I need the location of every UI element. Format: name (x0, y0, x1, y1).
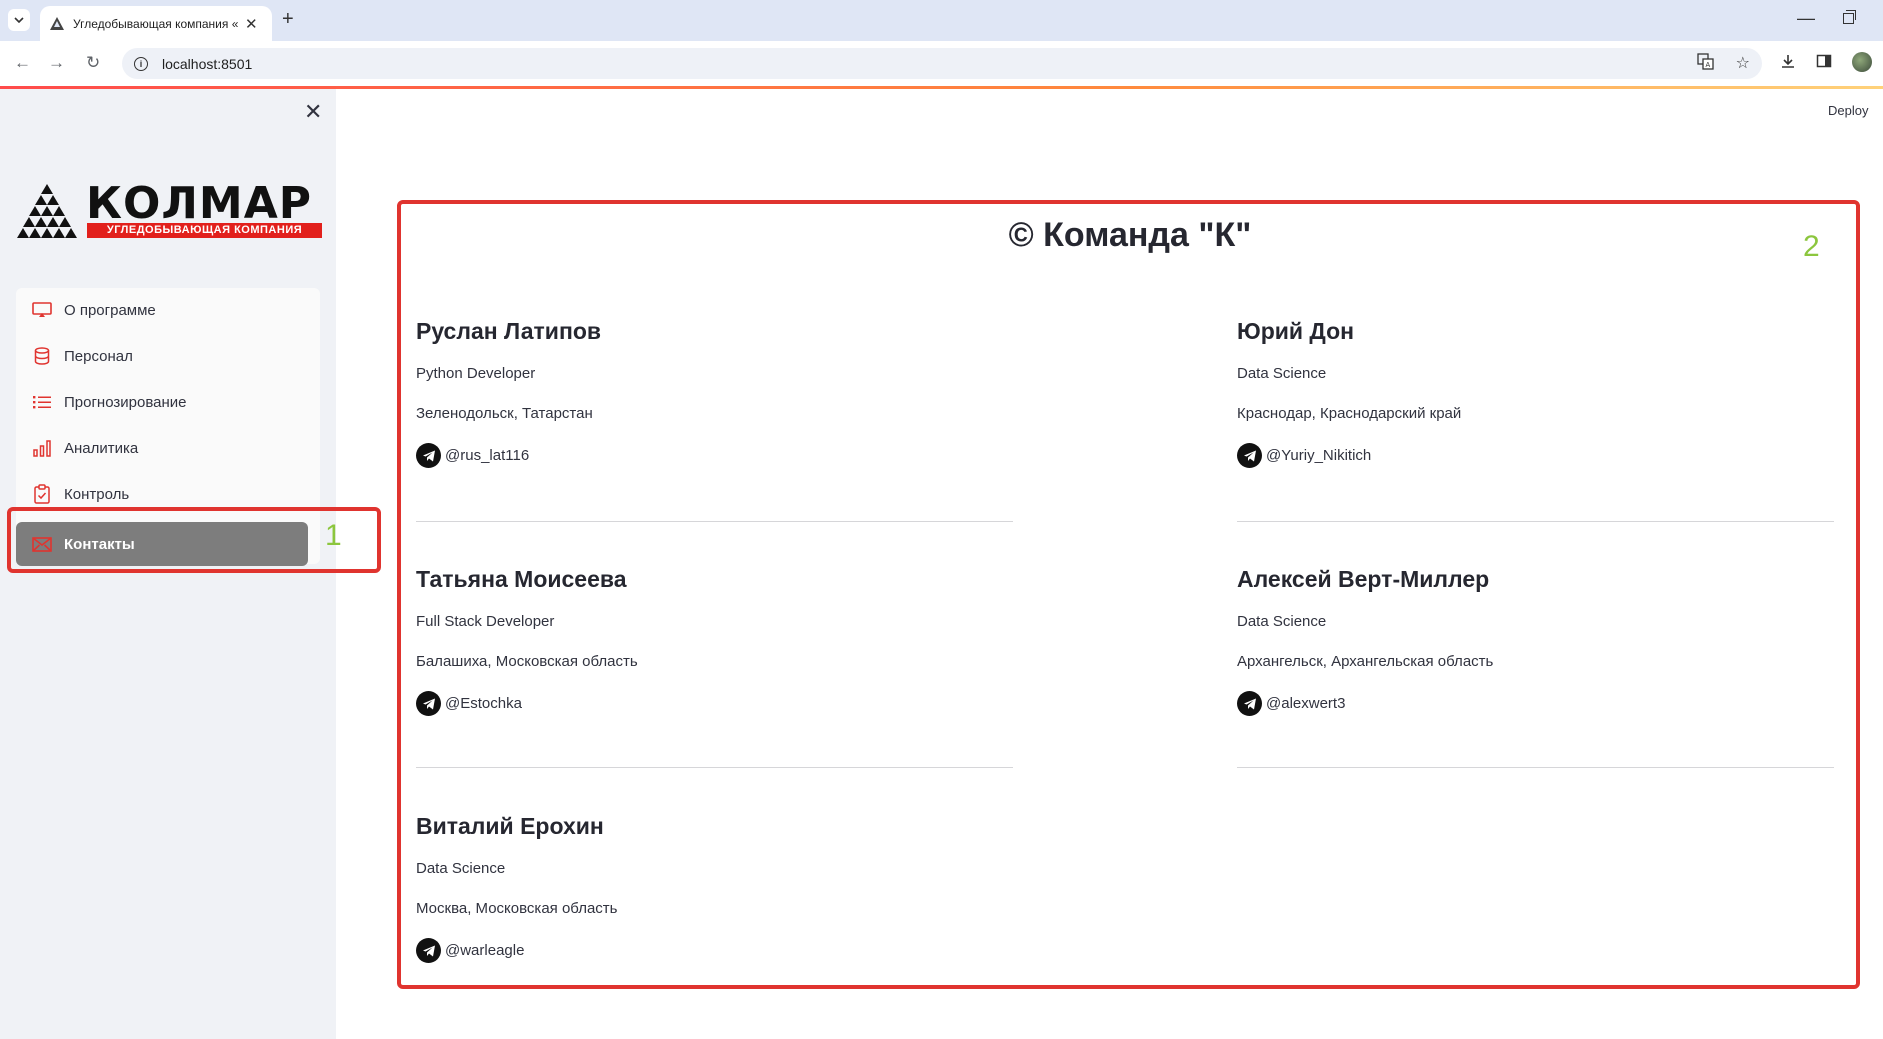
menu-item-label: Персонал (64, 347, 133, 365)
menu-item-label: Прогнозирование (64, 393, 187, 411)
divider (416, 521, 1013, 522)
telegram-handle[interactable]: @rus_lat116 (445, 447, 529, 464)
page-title: © Команда "К" (1008, 216, 1252, 254)
telegram-icon (1237, 443, 1262, 468)
contact-card: Татьяна Моисеева Full Stack Developer Ба… (416, 566, 1016, 716)
bar-chart-icon (32, 438, 52, 458)
contact-card: Алексей Верт-Миллер Data Science Арханге… (1237, 566, 1837, 716)
list-icon (32, 392, 52, 412)
contact-role: Python Developer (416, 365, 536, 382)
reload-icon[interactable]: ↻ (86, 53, 100, 73)
address-bar[interactable]: i localhost:8501 A ☆ (122, 48, 1762, 79)
side-panel-icon[interactable] (1816, 53, 1832, 74)
contact-city: Москва, Московская область (416, 900, 618, 917)
new-tab-icon[interactable]: + (282, 8, 294, 31)
contact-name: Юрий Дон (1237, 318, 1355, 344)
telegram-handle[interactable]: @warleagle (445, 942, 524, 959)
menu-item-label: Контроль (64, 485, 130, 503)
contact-city: Краснодар, Краснодарский край (1237, 405, 1462, 422)
annotation-number-1: 1 (325, 519, 342, 552)
tab-title: Угледобывающая компания «Колмар» (73, 16, 239, 31)
telegram-handle[interactable]: @Yuriy_Nikitich (1266, 447, 1371, 464)
close-sidebar-icon[interactable]: ✕ (304, 99, 322, 125)
menu-item-personnel[interactable]: Персонал (16, 337, 320, 375)
contact-card: Юрий Дон Data Science Краснодар, Краснод… (1237, 318, 1837, 468)
download-icon[interactable] (1780, 53, 1796, 74)
logo-triangles-icon (17, 184, 77, 238)
close-tab-icon[interactable]: ✕ (245, 15, 258, 33)
contact-role: Data Science (416, 860, 506, 877)
contact-city: Балашиха, Московская область (416, 653, 638, 670)
company-logo: КОЛМАР УГЛЕДОБЫВАЮЩАЯ КОМПАНИЯ (16, 178, 324, 240)
contact-telegram[interactable]: @warleagle (416, 938, 1016, 963)
restore-window-icon[interactable] (1843, 10, 1856, 24)
database-icon (32, 346, 52, 366)
telegram-icon (1237, 691, 1262, 716)
deploy-button[interactable]: Deploy (1828, 103, 1868, 118)
contact-role: Data Science (1237, 613, 1327, 630)
tab-list-button[interactable] (8, 9, 30, 31)
menu-item-forecasting[interactable]: Прогнозирование (16, 383, 320, 421)
divider (1237, 767, 1834, 768)
telegram-handle[interactable]: @Estochka (445, 695, 522, 712)
back-icon[interactable]: ← (14, 53, 31, 73)
contact-city: Зеленодольск, Татарстан (416, 405, 593, 422)
contact-card: Руслан Латипов Python Developer Зеленодо… (416, 318, 1016, 468)
contact-telegram[interactable]: @alexwert3 (1237, 691, 1837, 716)
contact-telegram[interactable]: @rus_lat116 (416, 443, 1016, 468)
chevron-down-icon (14, 17, 24, 23)
svg-text:A: A (1705, 62, 1710, 69)
telegram-icon (416, 938, 441, 963)
url-text: localhost:8501 (162, 55, 253, 72)
browser-toolbar: ← → ↻ i localhost:8501 A ☆ (0, 41, 1883, 86)
browser-tabstrip: Угледобывающая компания «Колмар» ✕ + — (0, 0, 1883, 41)
telegram-handle[interactable]: @alexwert3 (1266, 695, 1345, 712)
menu-item-analytics[interactable]: Аналитика (16, 429, 320, 467)
contact-card: Виталий Ерохин Data Science Москва, Моск… (416, 813, 1016, 963)
menu-item-about[interactable]: О программе (16, 291, 320, 329)
minimize-icon[interactable]: — (1797, 8, 1815, 29)
favicon-icon (50, 17, 64, 30)
profile-avatar[interactable] (1852, 52, 1872, 72)
telegram-icon (416, 443, 441, 468)
menu-item-label: О программе (64, 301, 156, 319)
contact-city: Архангельск, Архангельская область (1237, 653, 1494, 670)
browser-tab[interactable]: Угледобывающая компания «Колмар» ✕ (40, 6, 272, 41)
divider (1237, 521, 1834, 522)
translate-icon[interactable]: A (1697, 53, 1714, 75)
telegram-icon (416, 691, 441, 716)
contact-name: Виталий Ерохин (416, 813, 604, 839)
contact-name: Алексей Верт-Миллер (1237, 566, 1490, 592)
site-info-icon[interactable]: i (134, 56, 148, 71)
divider (416, 767, 1013, 768)
logo-subtitle: УГЛЕДОБЫВАЮЩАЯ КОМПАНИЯ (87, 223, 322, 238)
contact-telegram[interactable]: @Estochka (416, 691, 1016, 716)
clipboard-check-icon (32, 484, 52, 504)
contact-name: Татьяна Моисеева (416, 566, 627, 592)
contact-role: Full Stack Developer (416, 613, 555, 630)
contact-telegram[interactable]: @Yuriy_Nikitich (1237, 443, 1837, 468)
monitor-icon (32, 300, 52, 320)
bookmark-star-icon[interactable]: ☆ (1736, 53, 1750, 75)
forward-icon[interactable]: → (48, 53, 65, 73)
logo-wordmark: КОЛМАР (86, 178, 312, 229)
contact-name: Руслан Латипов (416, 318, 602, 344)
contact-role: Data Science (1237, 365, 1327, 382)
menu-item-label: Аналитика (64, 439, 139, 457)
